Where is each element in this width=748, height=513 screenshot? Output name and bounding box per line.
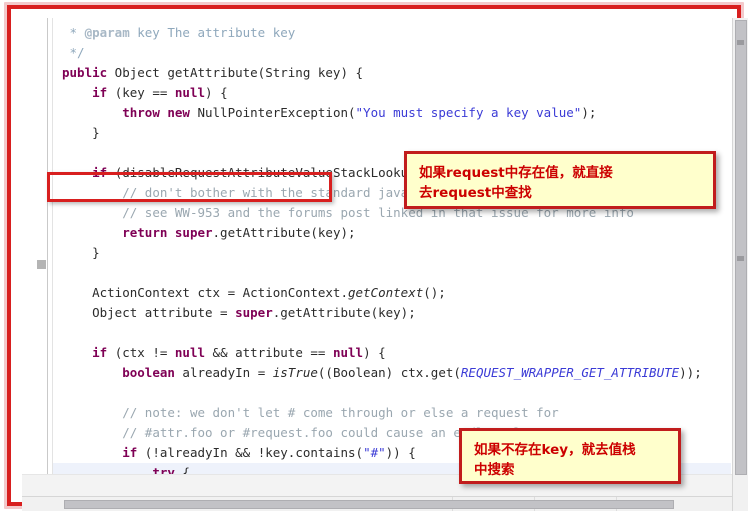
code-line: ActionContext ctx = ActionContext.getCon… (62, 285, 446, 300)
horizontal-scrollbar[interactable] (22, 496, 732, 511)
editor-gutter[interactable] (22, 18, 48, 511)
gutter-change-marker-icon (37, 260, 46, 269)
code-line: * @param key The attribute key (62, 25, 296, 40)
scrollbar-annotation-marker (737, 256, 744, 261)
code-line: return super.getAttribute(key); (122, 225, 356, 240)
code-line: public Object getAttribute(String key) { (62, 65, 364, 80)
vertical-scrollbar[interactable] (732, 18, 748, 511)
code-line: throw new NullPointerException("You must… (122, 105, 597, 120)
code-line: } (62, 245, 100, 260)
code-line: Object attribute = super.getAttribute(ke… (62, 305, 416, 320)
vertical-scrollbar-thumb[interactable] (735, 20, 747, 475)
annotation-callout-valuestack: 如果不存在key，就去值栈 中搜索 (459, 428, 681, 484)
code-line: boolean alreadyIn = isTrue((Boolean) ctx… (122, 365, 702, 380)
code-line: */ (62, 45, 85, 60)
annotation-callout-request: 如果request中存在值，就直接 去request中查找 (404, 151, 716, 209)
annotation-rect-return-statement (47, 172, 332, 202)
code-line: } (62, 125, 100, 140)
code-line: if (key == null) { (92, 85, 228, 100)
horizontal-scrollbar-thumb[interactable] (64, 500, 674, 509)
code-line: // note: we don't let # come through or … (122, 405, 559, 420)
scrollbar-annotation-marker (737, 40, 744, 45)
code-line: if (ctx != null && attribute == null) { (92, 345, 386, 360)
screenshot-root: * @param key The attribute key */ public … (0, 0, 748, 513)
